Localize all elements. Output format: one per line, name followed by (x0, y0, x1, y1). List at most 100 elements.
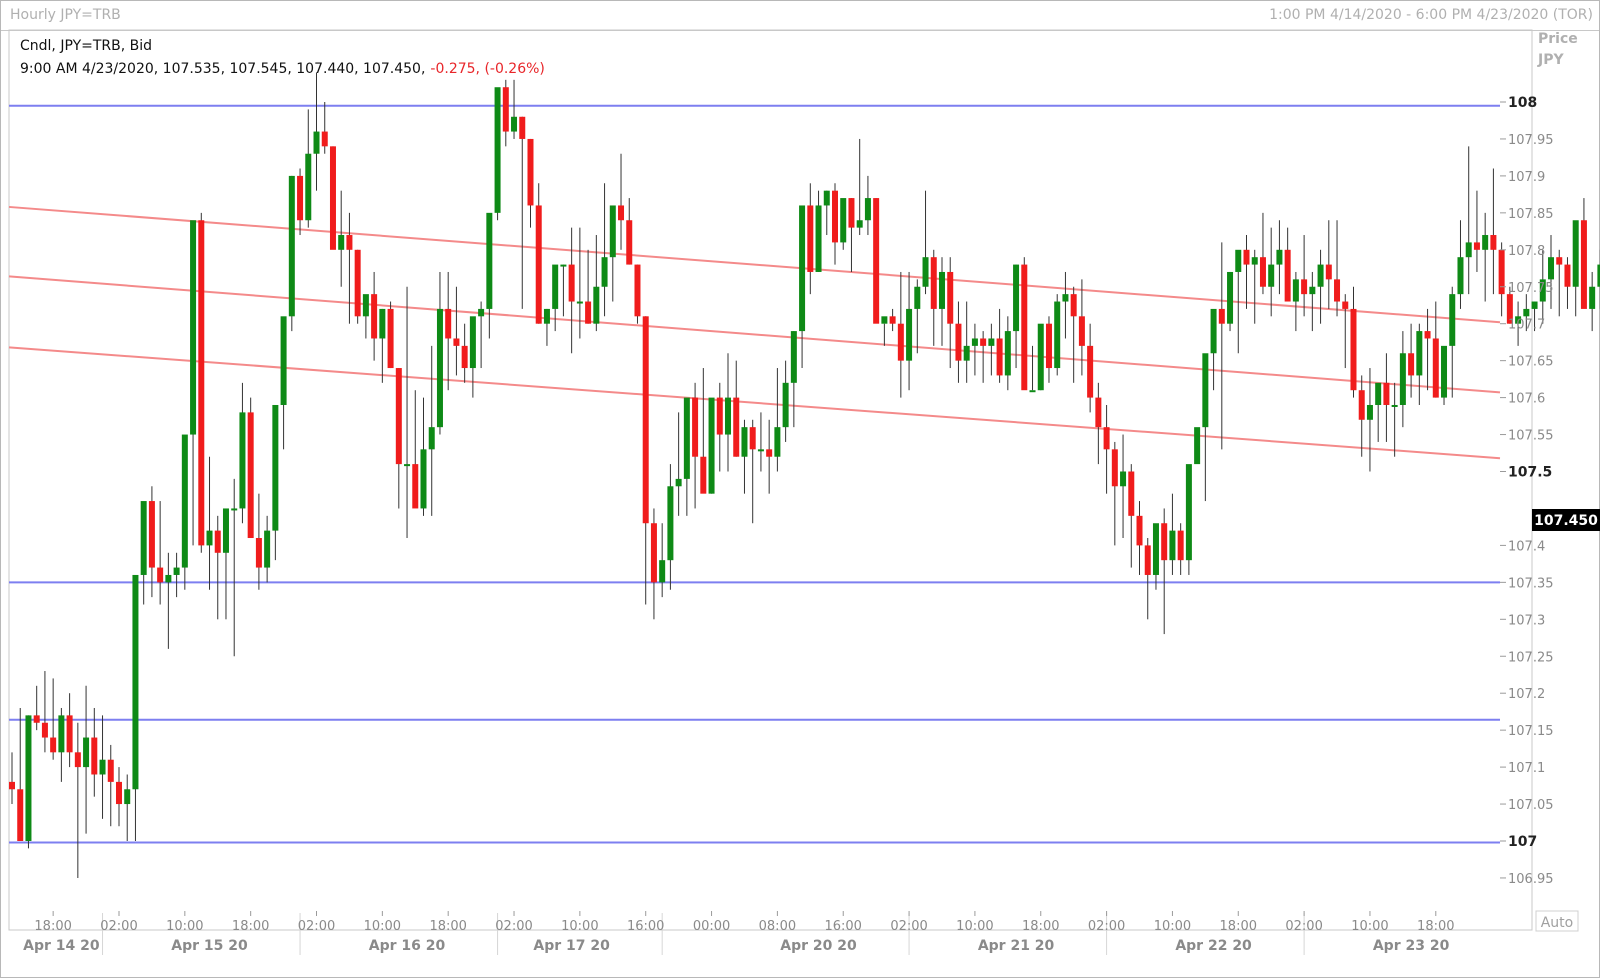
candle-body (667, 486, 674, 561)
candle (1342, 294, 1349, 369)
legend-ohlc: 9:00 AM 4/23/2020, 107.535, 107.545, 107… (20, 61, 545, 77)
candle (1432, 301, 1439, 398)
candle-body (1062, 294, 1069, 302)
candle (914, 279, 921, 354)
time-tick-label: 02:00 (1088, 919, 1125, 934)
candle-body (478, 308, 485, 317)
candle-body (1013, 264, 1020, 332)
trend-line (8, 275, 1501, 394)
candle (1194, 427, 1201, 465)
price-tick-label: 107.75 (1508, 281, 1554, 296)
candle (305, 109, 312, 228)
candle-body (1531, 301, 1538, 309)
candle (58, 707, 65, 782)
candle (1087, 323, 1094, 413)
candle-body (873, 198, 880, 324)
candle (955, 301, 962, 383)
candle-body (239, 412, 246, 509)
candle (99, 715, 106, 819)
candle-body (906, 308, 913, 361)
time-tick-label: 18:00 (232, 919, 269, 934)
candle-body (66, 715, 73, 753)
candle-body (1441, 345, 1448, 398)
time-tick-label: 10:00 (166, 919, 203, 934)
time-tick-label: 16:00 (627, 919, 664, 934)
candle-body (922, 257, 929, 287)
legend-series: Cndl, JPY=TRB, Bid (20, 38, 152, 54)
candle-body (741, 427, 748, 457)
candle (889, 308, 896, 332)
day-label: Apr 16 20 (369, 938, 446, 954)
candle (527, 138, 534, 228)
candle (1276, 220, 1283, 295)
candle-body (938, 271, 945, 309)
candlestick-chart[interactable]: Cndl, JPY=TRB, Bid 9:00 AM 4/23/2020, 10… (0, 0, 1600, 978)
candle-body (1432, 338, 1439, 398)
candle-body (272, 404, 279, 531)
candle (922, 190, 929, 295)
candle-body (83, 737, 90, 768)
candle-body (41, 722, 48, 738)
candle-body (1350, 308, 1357, 391)
candle (848, 198, 855, 272)
candle-body (1136, 515, 1143, 546)
candle-body (1045, 323, 1052, 369)
candle (313, 72, 320, 191)
candle (700, 368, 707, 494)
candle-body (264, 530, 271, 568)
candle-body (1399, 353, 1406, 405)
candle-body (1449, 294, 1456, 346)
candle (428, 345, 435, 516)
candle (371, 271, 378, 361)
candle (601, 183, 608, 317)
candle (650, 508, 657, 620)
time-tick-label: 02:00 (1285, 919, 1322, 934)
candle-body (790, 331, 797, 383)
candle-body (774, 427, 781, 457)
candle (1111, 441, 1118, 546)
candle (1120, 434, 1127, 539)
candle (453, 286, 460, 376)
candle (692, 382, 699, 509)
candle (1556, 249, 1563, 317)
candle (486, 212, 493, 339)
candle-body (124, 789, 131, 805)
candle-body (362, 294, 369, 317)
candle (461, 323, 468, 383)
auto-scale-button[interactable]: Auto (1535, 910, 1579, 932)
candle-body (1556, 257, 1563, 265)
day-label: Apr 17 20 (533, 938, 610, 954)
candle-body (725, 397, 732, 435)
candle-body (659, 560, 666, 583)
candle (354, 249, 361, 324)
candle (963, 301, 970, 383)
candle-body (25, 715, 32, 841)
candle-body (338, 235, 345, 250)
candle-body (1482, 235, 1489, 250)
candle-body (971, 338, 978, 346)
candle-body (1144, 545, 1151, 575)
candle (272, 404, 279, 561)
candle-body (486, 212, 493, 309)
candle (1350, 286, 1357, 398)
candle-body (1284, 249, 1291, 302)
candle (404, 286, 411, 539)
auto-button-label[interactable]: Auto (1541, 915, 1574, 931)
candle-body (1301, 279, 1308, 295)
candle-body (1152, 523, 1159, 575)
candle (1095, 382, 1102, 465)
time-tick-label: 18:00 (429, 919, 466, 934)
candle (362, 294, 369, 339)
candle (642, 316, 649, 605)
candle-body (1029, 390, 1036, 393)
candle (1548, 235, 1555, 309)
candle-body (543, 308, 550, 324)
candle (667, 464, 674, 590)
candle-body (461, 345, 468, 369)
candle-body (313, 131, 320, 154)
candle (741, 419, 748, 494)
candle-body (823, 190, 830, 206)
candle-body (1309, 286, 1316, 295)
time-tick-label: 10:00 (561, 919, 598, 934)
price-tick-label: 107.05 (1508, 798, 1554, 813)
